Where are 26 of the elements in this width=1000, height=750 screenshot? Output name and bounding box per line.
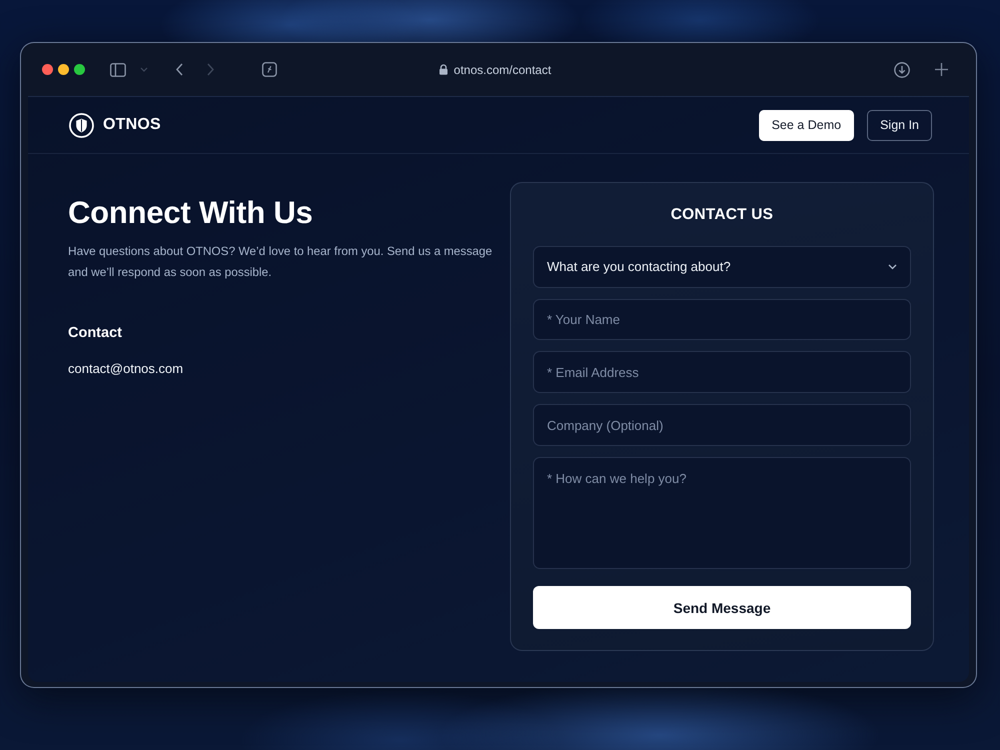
chevron-down-icon — [888, 264, 897, 270]
download-icon[interactable] — [894, 62, 910, 78]
sign-in-button[interactable]: Sign In — [867, 110, 932, 140]
close-icon[interactable] — [42, 64, 53, 75]
page-heading: Connect With Us — [68, 195, 314, 231]
brand-name[interactable]: OTNOS — [103, 116, 161, 134]
url-text[interactable]: otnos.com/contact — [454, 62, 552, 76]
tab-icon[interactable] — [262, 62, 277, 77]
form-title: CONTACT US — [670, 205, 774, 225]
shield-logo-icon[interactable] — [69, 112, 94, 138]
input-field[interactable]: * Email Address — [533, 351, 911, 394]
send-button[interactable]: Send Message — [533, 586, 911, 630]
input-field[interactable]: Company (Optional) — [533, 404, 911, 446]
sidebar-icon[interactable] — [110, 62, 126, 76]
lock-icon — [438, 64, 448, 75]
topic-select[interactable]: What are you contacting about? — [533, 246, 911, 288]
demo-button[interactable]: See a Demo — [758, 110, 854, 140]
message-field[interactable]: * How can we help you? — [533, 456, 911, 570]
maximize-icon[interactable] — [74, 64, 85, 75]
contact-heading: Contact — [68, 324, 123, 343]
input-field[interactable]: * Your Name — [533, 298, 911, 340]
plus-icon[interactable] — [935, 63, 948, 76]
email-text: contact@otnos.com — [68, 360, 184, 378]
back-icon[interactable] — [176, 63, 183, 76]
intro-text: Have questions about OTNOS? We’d love to hear from you. Send us a message and we’ll respond as soon as possible. — [68, 243, 494, 281]
minimize-icon[interactable] — [58, 64, 69, 75]
